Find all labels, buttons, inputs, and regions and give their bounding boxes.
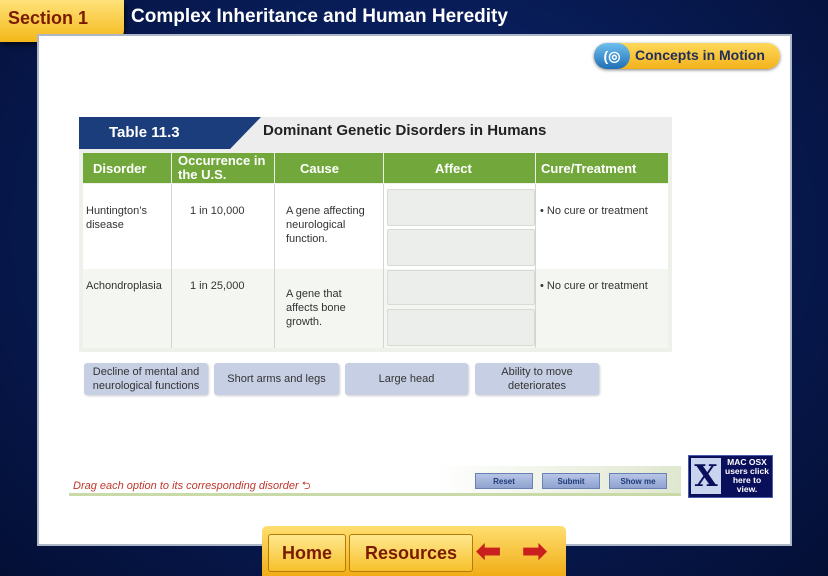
table-number: Table 11.3 <box>109 124 180 141</box>
column-header-occurrence: Occurrence in the U.S. <box>172 153 274 183</box>
cure-text: • No cure or treatment <box>540 280 648 292</box>
cure-text: • No cure or treatment <box>540 205 648 217</box>
mac-notice-text: MAC OSX users click here to view. <box>725 457 769 494</box>
reset-button[interactable]: Reset <box>475 473 533 489</box>
column-divider <box>274 184 275 348</box>
home-button[interactable]: Home <box>268 534 346 572</box>
column-header-affect: Affect <box>384 153 535 183</box>
concepts-label: Concepts in Motion <box>635 47 765 63</box>
resources-button[interactable]: Resources <box>349 534 473 572</box>
redo-arrow-icon: ⮌ <box>301 480 311 492</box>
table-number-tab: Table 11.3 <box>79 117 261 149</box>
occurrence-value: 1 in 25,000 <box>190 280 245 292</box>
affect-drop-zone[interactable] <box>387 309 535 346</box>
column-header-cause: Cause <box>275 153 383 183</box>
affect-drop-zone[interactable] <box>387 270 535 305</box>
drag-option[interactable]: Large head <box>345 363 468 395</box>
drag-option[interactable]: Short arms and legs <box>214 363 339 395</box>
affect-drop-zone[interactable] <box>387 189 535 226</box>
mac-osx-link[interactable]: X MAC OSX users click here to view. <box>688 455 773 498</box>
concepts-in-motion-button[interactable]: (◎ Concepts in Motion <box>594 43 780 69</box>
column-divider <box>535 184 536 348</box>
cause-text: A gene affecting neurological function. <box>286 205 365 245</box>
affect-drop-zone[interactable] <box>387 229 535 266</box>
show-me-button[interactable]: Show me <box>609 473 667 489</box>
back-arrow-icon[interactable]: ⬅ <box>476 536 501 568</box>
column-header-disorder: Disorder <box>83 153 171 183</box>
occurrence-value: 1 in 10,000 <box>190 205 245 217</box>
column-divider <box>171 184 172 348</box>
column-header-cure: Cure/Treatment <box>536 153 668 183</box>
cause-text: A gene that affects bone growth. <box>286 288 346 328</box>
page-title: Complex Inheritance and Human Heredity <box>131 6 508 27</box>
submit-button[interactable]: Submit <box>542 473 600 489</box>
disorder-name: Huntington’s disease <box>86 205 147 231</box>
concepts-icon: (◎ <box>594 43 630 69</box>
disorder-name: Achondroplasia <box>86 280 162 292</box>
instruction-text: Drag each option to its corresponding di… <box>73 480 311 492</box>
forward-arrow-icon[interactable]: ➡ <box>522 536 547 568</box>
section-label: Section 1 <box>8 8 89 28</box>
mac-x-icon: X <box>691 458 721 494</box>
column-divider <box>383 184 384 348</box>
drag-option[interactable]: Decline of mental and neurological funct… <box>84 363 208 395</box>
table-caption: Dominant Genetic Disorders in Humans <box>263 122 547 139</box>
drag-option[interactable]: Ability to move deteriorates <box>475 363 599 395</box>
